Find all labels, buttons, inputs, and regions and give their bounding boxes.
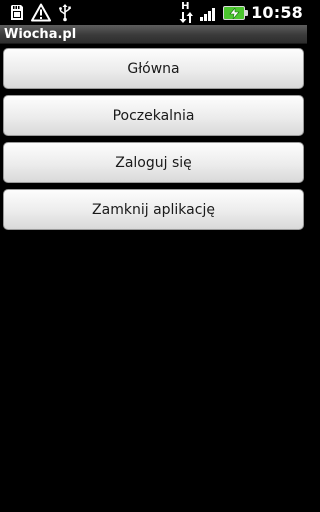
system-indicators: H 10:58 <box>179 0 303 25</box>
network-type-indicator: H <box>179 0 194 24</box>
app-title: Wiocha.pl <box>4 27 77 42</box>
close-app-button[interactable]: Zamknij aplikację <box>3 189 304 230</box>
network-type-label: H <box>181 0 190 12</box>
waiting-room-button[interactable]: Poczekalnia <box>3 95 304 136</box>
title-bar: Wiocha.pl <box>0 25 307 44</box>
data-arrows-icon <box>179 11 194 23</box>
signal-strength-icon <box>200 5 216 21</box>
status-bar: H 10:58 <box>0 0 307 25</box>
app-screen: H 10:58 Wiocha.pl Główna Poczekalnia Zal… <box>0 0 307 512</box>
login-button[interactable]: Zaloguj się <box>3 142 304 183</box>
status-clock: 10:58 <box>251 3 303 22</box>
battery-charging-icon <box>223 5 249 20</box>
usb-icon <box>59 4 71 22</box>
main-button[interactable]: Główna <box>3 48 304 89</box>
notification-icons <box>7 3 79 22</box>
warning-icon <box>31 3 51 22</box>
sd-card-icon <box>11 5 23 20</box>
